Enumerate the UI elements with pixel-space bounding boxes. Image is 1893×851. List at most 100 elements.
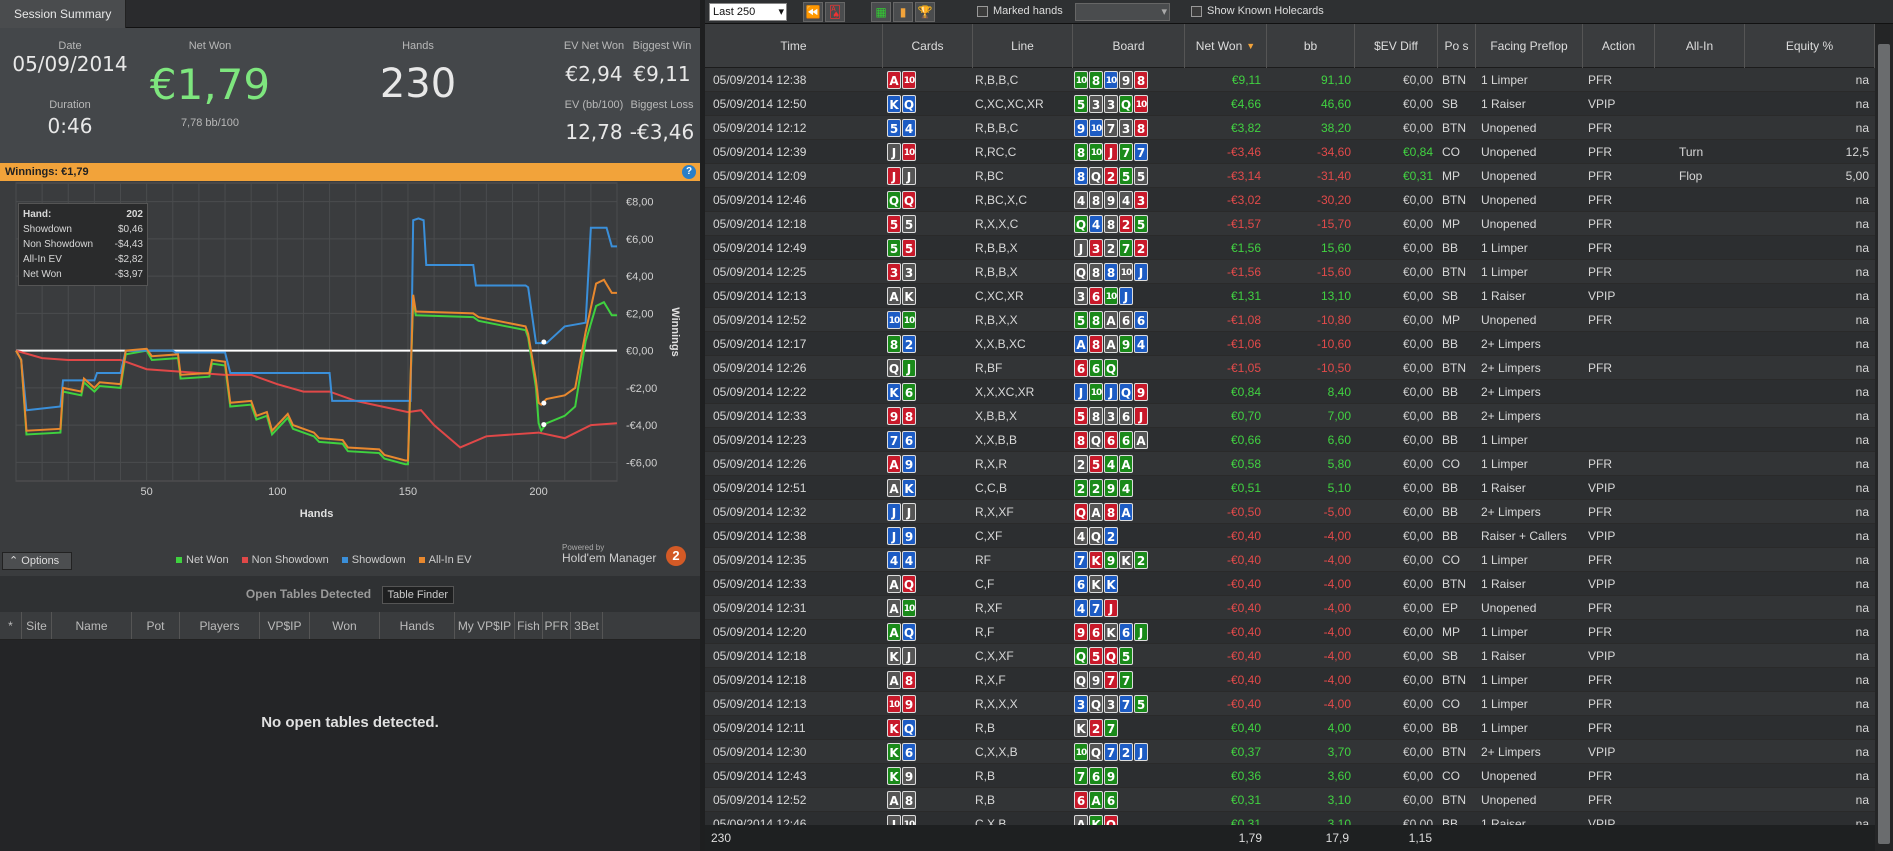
playing-card: 9: [1134, 383, 1148, 401]
table-row[interactable]: 05/09/2014 12:43 K 9 R,B 7 6 9 €0,36 3,60 €0,00 CO…: [705, 764, 1875, 788]
cell-facing-preflop: 1 Limper: [1481, 433, 1528, 447]
table-row[interactable]: 05/09/2014 12:46 J 10 C,X,B A K Q €0,31 3,10 €0,0…: [705, 812, 1875, 825]
col-3bet[interactable]: 3Bet: [571, 612, 603, 639]
table-row[interactable]: 05/09/2014 12:31 A 10 R,XF 4 7 J -€0,40 -4,00 €0,…: [705, 596, 1875, 620]
table-row[interactable]: 05/09/2014 12:25 3 3 R,B,B,X Q 8 8 10 J -€1,56 -15…: [705, 260, 1875, 284]
table-row[interactable]: 05/09/2014 12:26 Q J R,BF 6 6 Q -€1,05 -10,50 €0,…: [705, 356, 1875, 380]
table-row[interactable]: 05/09/2014 12:18 5 5 R,X,X,C Q 4 8 2 5 -€1,57 -15,…: [705, 212, 1875, 236]
col-net-won[interactable]: Net Won ▼: [1185, 24, 1267, 68]
col-board[interactable]: Board: [1073, 24, 1185, 68]
table-row[interactable]: 05/09/2014 12:22 K 6 X,X,XC,XR J 10 J Q 9 €0,84 8,…: [705, 380, 1875, 404]
col-bb[interactable]: bb: [1267, 24, 1355, 68]
col-allin[interactable]: All-In: [1655, 24, 1745, 68]
col-equity[interactable]: Equity %: [1745, 24, 1875, 68]
grid-icon[interactable]: ▦: [871, 2, 891, 22]
col-site[interactable]: Site: [22, 612, 52, 639]
table-row[interactable]: 05/09/2014 12:13 A K C,XC,XR 3 6 10 J €1,31 13,10…: [705, 284, 1875, 308]
playing-card: 6: [902, 431, 916, 449]
table-row[interactable]: 05/09/2014 12:18 K J C,X,XF Q 5 Q 5 -€0,40 -4,00 €…: [705, 644, 1875, 668]
tab-session-summary[interactable]: Session Summary: [0, 0, 127, 28]
table-row[interactable]: 05/09/2014 12:32 J J R,X,XF Q A 8 A -€0,50 -5,00 €…: [705, 500, 1875, 524]
bar-chart-icon[interactable]: ▮: [893, 2, 913, 22]
playing-card: 10: [887, 311, 901, 329]
table-row[interactable]: 05/09/2014 12:23 7 6 X,X,B,B 8 Q 6 6 A €0,66 6,60 €…: [705, 428, 1875, 452]
table-row[interactable]: 05/09/2014 12:12 5 4 R,B,B,C 9 10 7 3 8 €3,82 38,2…: [705, 116, 1875, 140]
cell-pos: BTN: [1442, 577, 1466, 591]
legend-allin-ev[interactable]: All-In EV: [418, 554, 471, 566]
col-hands[interactable]: Hands: [380, 612, 455, 639]
cell-line: RF: [975, 553, 991, 567]
winnings-chart[interactable]: €8,00 €6,00 €4,00 €2,00 €0,00 -€2,00 -€4,00 -€6…: [0, 181, 700, 575]
vertical-scrollbar[interactable]: [1875, 24, 1893, 851]
table-row[interactable]: 05/09/2014 12:30 K 6 C,X,X,B 10 Q 7 2 J €0,37 3,70…: [705, 740, 1875, 764]
table-row[interactable]: 05/09/2014 12:18 A 8 R,X,F Q 9 7 7 -€0,40 -4,00 €0…: [705, 668, 1875, 692]
col-facing-preflop[interactable]: Facing Preflop: [1476, 24, 1583, 68]
marked-hands-select[interactable]: ▾: [1075, 3, 1170, 21]
col-action[interactable]: Action: [1583, 24, 1655, 68]
table-row[interactable]: 05/09/2014 12:35 4 4 RF 7 K 9 K 2 -€0,40 -4,00 €0,0…: [705, 548, 1875, 572]
playing-card: A: [1104, 311, 1118, 329]
col-won[interactable]: Won: [310, 612, 380, 639]
col-pfr[interactable]: PFR: [543, 612, 571, 639]
cards-icon[interactable]: 🂡: [825, 2, 845, 22]
cell-cards: A9: [887, 455, 916, 473]
table-row[interactable]: 05/09/2014 12:50 K Q C,XC,XC,XR 5 3 3 Q 10 €4,66 4…: [705, 92, 1875, 116]
col-pos[interactable]: Po s: [1438, 24, 1476, 68]
table-row[interactable]: 05/09/2014 12:51 A K C,C,B 2 2 9 4 €0,51 5,10 €0,0…: [705, 476, 1875, 500]
legend-non-showdown[interactable]: Non Showdown: [241, 554, 329, 566]
playing-card: 5: [902, 215, 916, 233]
col-star[interactable]: *: [0, 612, 22, 639]
table-row[interactable]: 05/09/2014 12:11 K Q R,B K 2 7 €0,40 4,00 €0,00 BB…: [705, 716, 1875, 740]
marked-hands-checkbox[interactable]: [977, 6, 988, 17]
cell-cards: KJ: [887, 647, 916, 665]
cell-action: PFR: [1588, 457, 1612, 471]
table-row[interactable]: 05/09/2014 12:38 J 9 C,XF 4 Q 2 -€0,40 -4,00 €0,0…: [705, 524, 1875, 548]
playing-card: K: [1074, 719, 1088, 737]
cell-cards: 33: [887, 263, 916, 281]
rewind-icon[interactable]: ⏪: [803, 2, 823, 22]
table-row[interactable]: 05/09/2014 12:49 5 5 R,B,B,X J 3 2 7 2 €1,56 15,60…: [705, 236, 1875, 260]
col-name[interactable]: Name: [52, 612, 132, 639]
col-fish[interactable]: Fish: [515, 612, 543, 639]
col-line[interactable]: Line: [973, 24, 1073, 68]
col-cards[interactable]: Cards: [883, 24, 973, 68]
cell-cards: K6: [887, 383, 916, 401]
table-row[interactable]: 05/09/2014 12:52 A 8 R,B 6 A 6 €0,31 3,10 €0,00 BT…: [705, 788, 1875, 812]
col-ev-diff[interactable]: $EV Diff: [1355, 24, 1438, 68]
col-time[interactable]: Time: [705, 24, 883, 68]
table-finder-button[interactable]: Table Finder: [381, 586, 455, 604]
table-row[interactable]: 05/09/2014 12:33 A Q C,F 6 K K -€0,40 -4,00 €0,00…: [705, 572, 1875, 596]
table-row[interactable]: 05/09/2014 12:39 J 10 R,RC,C 8 10 J 7 7 -€3,46 -34…: [705, 140, 1875, 164]
table-row[interactable]: 05/09/2014 12:33 9 8 X,B,B,X 5 8 3 6 J €0,70 7,00 €…: [705, 404, 1875, 428]
col-pot[interactable]: Pot: [132, 612, 180, 639]
table-row[interactable]: 05/09/2014 12:13 10 9 R,X,X,X 3 Q 3 7 5 -€0,40 -4,…: [705, 692, 1875, 716]
playing-card: 6: [1119, 623, 1133, 641]
options-button[interactable]: ⌃ Options: [2, 552, 72, 570]
table-row[interactable]: 05/09/2014 12:52 10 10 R,B,X,X 5 8 A 6 6 -€1,08 -1…: [705, 308, 1875, 332]
table-row[interactable]: 05/09/2014 12:38 A 10 R,B,B,C 10 8 10 9 8 €9,11 91…: [705, 68, 1875, 92]
cell-time: 05/09/2014 12:13: [713, 697, 807, 711]
cell-line: R,X,R: [975, 457, 1008, 471]
hand-filter-select[interactable]: Last 250 ▾: [709, 3, 787, 21]
table-row[interactable]: 05/09/2014 12:20 A Q R,F 9 6 K 6 J -€0,40 -4,00 €0,…: [705, 620, 1875, 644]
cell-net-won: -€1,56: [1226, 265, 1261, 279]
cell-pos: BB: [1442, 721, 1459, 735]
table-row[interactable]: 05/09/2014 12:26 A 9 R,X,R 2 5 4 A €0,58 5,80 €0,0…: [705, 452, 1875, 476]
help-icon[interactable]: ?: [682, 165, 696, 179]
table-row[interactable]: 05/09/2014 12:09 J J R,BC 8 Q 2 5 5 -€3,14 -31,40 €…: [705, 164, 1875, 188]
tooltip-key: All-In EV: [23, 254, 62, 265]
cell-bb: 38,20: [1320, 121, 1351, 135]
col-players[interactable]: Players: [180, 612, 260, 639]
trophy-icon[interactable]: 🏆: [915, 2, 935, 22]
col-vpip[interactable]: VP$IP: [260, 612, 310, 639]
known-holecards-checkbox[interactable]: [1191, 6, 1202, 17]
legend-net-won[interactable]: Net Won: [176, 554, 229, 566]
cell-bb: 13,10: [1320, 289, 1351, 303]
cell-cards: J 10: [887, 143, 916, 161]
table-row[interactable]: 05/09/2014 12:17 8 2 X,X,B,XC A 8 A 9 4 -€1,06 -10…: [705, 332, 1875, 356]
cell-line: R,BC,X,C: [975, 193, 1028, 207]
scrollbar-thumb[interactable]: [1878, 44, 1890, 844]
legend-showdown[interactable]: Showdown: [341, 554, 406, 566]
col-my-vpip[interactable]: My VP$IP: [455, 612, 515, 639]
table-row[interactable]: 05/09/2014 12:46 Q Q R,BC,X,C 4 8 9 4 3 -€3,02 -30…: [705, 188, 1875, 212]
